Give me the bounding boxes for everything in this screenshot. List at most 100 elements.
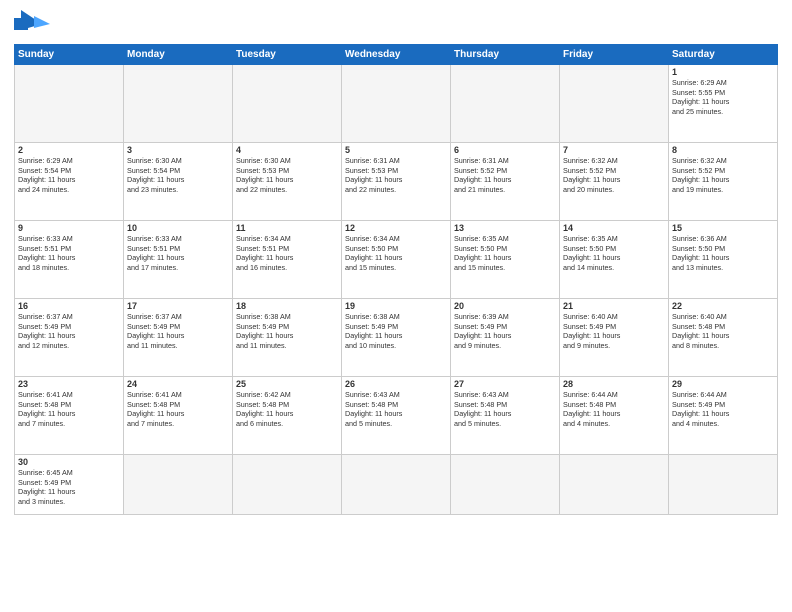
week-row: 9Sunrise: 6:33 AM Sunset: 5:51 PM Daylig… bbox=[15, 221, 778, 299]
day-info: Sunrise: 6:35 AM Sunset: 5:50 PM Dayligh… bbox=[454, 234, 556, 273]
day-number: 17 bbox=[127, 301, 229, 311]
day-info: Sunrise: 6:31 AM Sunset: 5:53 PM Dayligh… bbox=[345, 156, 447, 195]
day-info: Sunrise: 6:37 AM Sunset: 5:49 PM Dayligh… bbox=[18, 312, 120, 351]
page: Sunday Monday Tuesday Wednesday Thursday… bbox=[0, 0, 792, 612]
day-number: 24 bbox=[127, 379, 229, 389]
calendar-cell: 23Sunrise: 6:41 AM Sunset: 5:48 PM Dayli… bbox=[15, 377, 124, 455]
calendar-cell bbox=[669, 455, 778, 515]
col-saturday: Saturday bbox=[669, 45, 778, 65]
calendar-cell bbox=[451, 65, 560, 143]
day-number: 27 bbox=[454, 379, 556, 389]
day-number: 29 bbox=[672, 379, 774, 389]
day-number: 4 bbox=[236, 145, 338, 155]
calendar-cell: 19Sunrise: 6:38 AM Sunset: 5:49 PM Dayli… bbox=[342, 299, 451, 377]
day-number: 21 bbox=[563, 301, 665, 311]
day-info: Sunrise: 6:38 AM Sunset: 5:49 PM Dayligh… bbox=[345, 312, 447, 351]
day-info: Sunrise: 6:36 AM Sunset: 5:50 PM Dayligh… bbox=[672, 234, 774, 273]
col-monday: Monday bbox=[124, 45, 233, 65]
calendar-cell bbox=[451, 455, 560, 515]
week-row: 16Sunrise: 6:37 AM Sunset: 5:49 PM Dayli… bbox=[15, 299, 778, 377]
calendar-cell: 18Sunrise: 6:38 AM Sunset: 5:49 PM Dayli… bbox=[233, 299, 342, 377]
day-info: Sunrise: 6:37 AM Sunset: 5:49 PM Dayligh… bbox=[127, 312, 229, 351]
col-friday: Friday bbox=[560, 45, 669, 65]
day-number: 3 bbox=[127, 145, 229, 155]
calendar-cell: 29Sunrise: 6:44 AM Sunset: 5:49 PM Dayli… bbox=[669, 377, 778, 455]
calendar-cell: 13Sunrise: 6:35 AM Sunset: 5:50 PM Dayli… bbox=[451, 221, 560, 299]
calendar-cell: 8Sunrise: 6:32 AM Sunset: 5:52 PM Daylig… bbox=[669, 143, 778, 221]
day-number: 26 bbox=[345, 379, 447, 389]
calendar-cell: 24Sunrise: 6:41 AM Sunset: 5:48 PM Dayli… bbox=[124, 377, 233, 455]
logo-icon bbox=[14, 10, 50, 38]
calendar-cell: 10Sunrise: 6:33 AM Sunset: 5:51 PM Dayli… bbox=[124, 221, 233, 299]
day-info: Sunrise: 6:35 AM Sunset: 5:50 PM Dayligh… bbox=[563, 234, 665, 273]
week-row: 30Sunrise: 6:45 AM Sunset: 5:49 PM Dayli… bbox=[15, 455, 778, 515]
calendar-cell: 15Sunrise: 6:36 AM Sunset: 5:50 PM Dayli… bbox=[669, 221, 778, 299]
day-info: Sunrise: 6:31 AM Sunset: 5:52 PM Dayligh… bbox=[454, 156, 556, 195]
header bbox=[14, 10, 778, 38]
day-number: 1 bbox=[672, 67, 774, 77]
day-info: Sunrise: 6:33 AM Sunset: 5:51 PM Dayligh… bbox=[18, 234, 120, 273]
header-row: Sunday Monday Tuesday Wednesday Thursday… bbox=[15, 45, 778, 65]
calendar-cell: 2Sunrise: 6:29 AM Sunset: 5:54 PM Daylig… bbox=[15, 143, 124, 221]
calendar-cell bbox=[124, 455, 233, 515]
day-info: Sunrise: 6:33 AM Sunset: 5:51 PM Dayligh… bbox=[127, 234, 229, 273]
calendar-cell: 3Sunrise: 6:30 AM Sunset: 5:54 PM Daylig… bbox=[124, 143, 233, 221]
day-number: 23 bbox=[18, 379, 120, 389]
day-number: 25 bbox=[236, 379, 338, 389]
calendar-cell: 5Sunrise: 6:31 AM Sunset: 5:53 PM Daylig… bbox=[342, 143, 451, 221]
day-number: 9 bbox=[18, 223, 120, 233]
col-sunday: Sunday bbox=[15, 45, 124, 65]
day-number: 6 bbox=[454, 145, 556, 155]
day-info: Sunrise: 6:41 AM Sunset: 5:48 PM Dayligh… bbox=[18, 390, 120, 429]
calendar-cell: 30Sunrise: 6:45 AM Sunset: 5:49 PM Dayli… bbox=[15, 455, 124, 515]
day-info: Sunrise: 6:44 AM Sunset: 5:48 PM Dayligh… bbox=[563, 390, 665, 429]
calendar-cell bbox=[15, 65, 124, 143]
calendar-cell bbox=[342, 455, 451, 515]
calendar-cell: 17Sunrise: 6:37 AM Sunset: 5:49 PM Dayli… bbox=[124, 299, 233, 377]
week-row: 23Sunrise: 6:41 AM Sunset: 5:48 PM Dayli… bbox=[15, 377, 778, 455]
col-wednesday: Wednesday bbox=[342, 45, 451, 65]
calendar-cell: 4Sunrise: 6:30 AM Sunset: 5:53 PM Daylig… bbox=[233, 143, 342, 221]
calendar-cell: 28Sunrise: 6:44 AM Sunset: 5:48 PM Dayli… bbox=[560, 377, 669, 455]
day-number: 19 bbox=[345, 301, 447, 311]
calendar-cell: 12Sunrise: 6:34 AM Sunset: 5:50 PM Dayli… bbox=[342, 221, 451, 299]
calendar-cell: 9Sunrise: 6:33 AM Sunset: 5:51 PM Daylig… bbox=[15, 221, 124, 299]
day-number: 12 bbox=[345, 223, 447, 233]
day-number: 8 bbox=[672, 145, 774, 155]
calendar-cell: 22Sunrise: 6:40 AM Sunset: 5:48 PM Dayli… bbox=[669, 299, 778, 377]
calendar-cell bbox=[342, 65, 451, 143]
day-info: Sunrise: 6:29 AM Sunset: 5:54 PM Dayligh… bbox=[18, 156, 120, 195]
day-number: 14 bbox=[563, 223, 665, 233]
day-info: Sunrise: 6:45 AM Sunset: 5:49 PM Dayligh… bbox=[18, 468, 120, 507]
calendar-cell bbox=[560, 455, 669, 515]
day-number: 20 bbox=[454, 301, 556, 311]
calendar-cell: 11Sunrise: 6:34 AM Sunset: 5:51 PM Dayli… bbox=[233, 221, 342, 299]
calendar-cell bbox=[560, 65, 669, 143]
calendar-table: Sunday Monday Tuesday Wednesday Thursday… bbox=[14, 44, 778, 515]
day-info: Sunrise: 6:44 AM Sunset: 5:49 PM Dayligh… bbox=[672, 390, 774, 429]
week-row: 2Sunrise: 6:29 AM Sunset: 5:54 PM Daylig… bbox=[15, 143, 778, 221]
day-info: Sunrise: 6:43 AM Sunset: 5:48 PM Dayligh… bbox=[345, 390, 447, 429]
day-number: 11 bbox=[236, 223, 338, 233]
day-number: 16 bbox=[18, 301, 120, 311]
calendar-cell: 25Sunrise: 6:42 AM Sunset: 5:48 PM Dayli… bbox=[233, 377, 342, 455]
calendar-cell: 16Sunrise: 6:37 AM Sunset: 5:49 PM Dayli… bbox=[15, 299, 124, 377]
calendar-cell: 1Sunrise: 6:29 AM Sunset: 5:55 PM Daylig… bbox=[669, 65, 778, 143]
col-tuesday: Tuesday bbox=[233, 45, 342, 65]
calendar-cell: 21Sunrise: 6:40 AM Sunset: 5:49 PM Dayli… bbox=[560, 299, 669, 377]
calendar-cell: 6Sunrise: 6:31 AM Sunset: 5:52 PM Daylig… bbox=[451, 143, 560, 221]
calendar-cell: 7Sunrise: 6:32 AM Sunset: 5:52 PM Daylig… bbox=[560, 143, 669, 221]
calendar-cell: 20Sunrise: 6:39 AM Sunset: 5:49 PM Dayli… bbox=[451, 299, 560, 377]
day-info: Sunrise: 6:40 AM Sunset: 5:49 PM Dayligh… bbox=[563, 312, 665, 351]
day-number: 7 bbox=[563, 145, 665, 155]
week-row: 1Sunrise: 6:29 AM Sunset: 5:55 PM Daylig… bbox=[15, 65, 778, 143]
day-number: 5 bbox=[345, 145, 447, 155]
day-info: Sunrise: 6:32 AM Sunset: 5:52 PM Dayligh… bbox=[563, 156, 665, 195]
day-number: 10 bbox=[127, 223, 229, 233]
day-info: Sunrise: 6:40 AM Sunset: 5:48 PM Dayligh… bbox=[672, 312, 774, 351]
day-info: Sunrise: 6:38 AM Sunset: 5:49 PM Dayligh… bbox=[236, 312, 338, 351]
day-info: Sunrise: 6:34 AM Sunset: 5:50 PM Dayligh… bbox=[345, 234, 447, 273]
day-number: 18 bbox=[236, 301, 338, 311]
day-number: 30 bbox=[18, 457, 120, 467]
col-thursday: Thursday bbox=[451, 45, 560, 65]
